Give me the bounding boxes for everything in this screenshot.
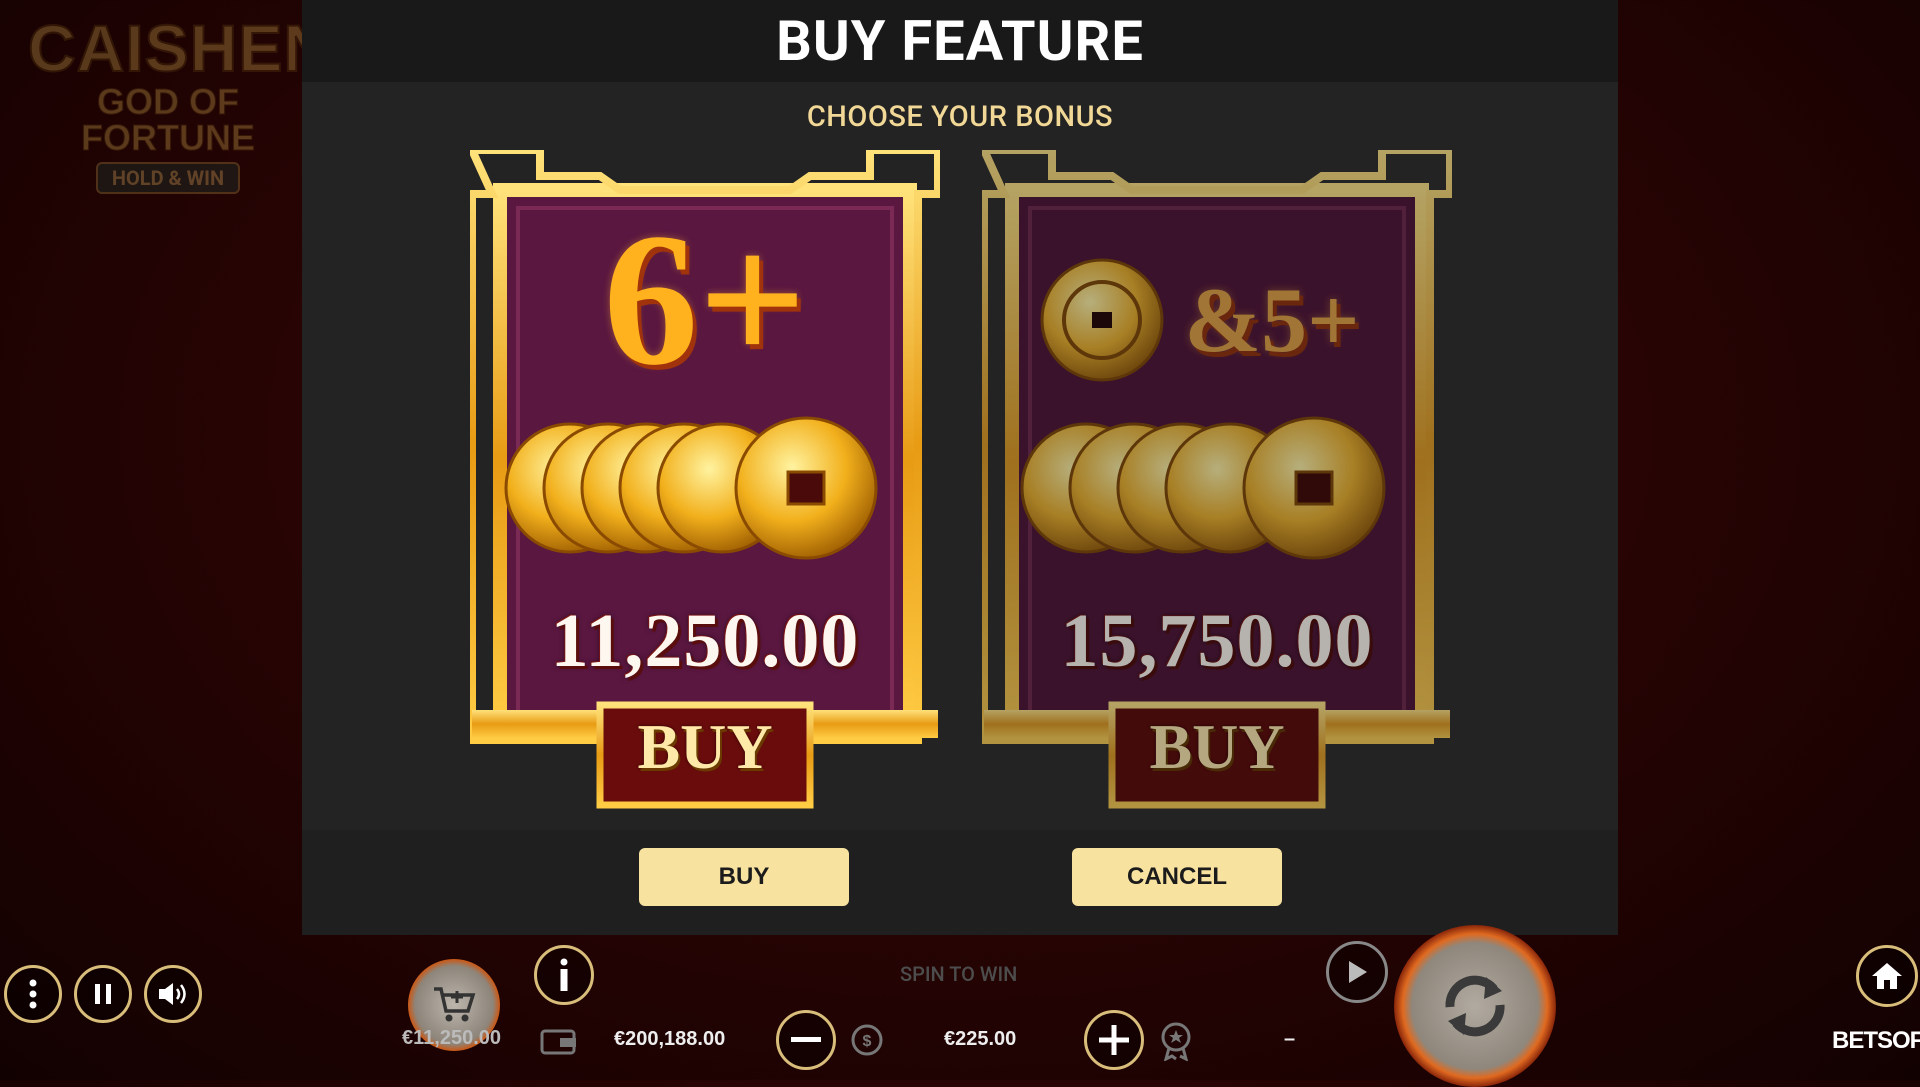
bottom-bar: €11,250.00 SPIN TO WIN €200,188.00 $ €22…	[0, 925, 1920, 1087]
home-button[interactable]	[1856, 945, 1918, 1007]
bonus-option-special-5-plus[interactable]: &5+ 15,750.00 BUY	[982, 150, 1452, 810]
modal-title: BUY FEATURE	[776, 8, 1144, 74]
logo-badge: HOLD & WIN	[95, 162, 241, 194]
cart-icon	[434, 987, 476, 1022]
buy-button[interactable]: BUY	[639, 848, 849, 906]
logo-title: CAISHEN	[27, 11, 333, 85]
info-button[interactable]	[534, 945, 594, 1005]
modal-header: BUY FEATURE	[302, 0, 1618, 82]
menu-button[interactable]	[4, 965, 62, 1023]
buy-feature-price: €11,250.00	[402, 1027, 501, 1049]
minus-icon	[791, 1037, 821, 1042]
option-head-label: &5+	[1184, 269, 1360, 371]
autoplay-button[interactable]	[1326, 941, 1388, 1003]
option-buy-button[interactable]: BUY	[470, 710, 940, 784]
modal-footer	[302, 830, 1618, 935]
svg-text:$: $	[863, 1033, 872, 1050]
decrease-bet-button[interactable]	[776, 1010, 836, 1070]
plus-icon	[1099, 1025, 1129, 1055]
win-badge-icon	[1161, 1022, 1191, 1061]
sound-button[interactable]	[144, 965, 202, 1023]
bet-value: €225.00	[944, 1028, 1017, 1050]
increase-bet-button[interactable]	[1084, 1010, 1144, 1070]
cancel-button[interactable]: CANCEL	[1072, 848, 1282, 906]
pause-icon	[95, 984, 111, 1004]
autoplay-icon	[1349, 961, 1367, 983]
pause-button[interactable]	[74, 965, 132, 1023]
speaker-icon	[159, 983, 186, 1005]
menu-dots-icon	[29, 979, 37, 1009]
home-icon	[1872, 963, 1902, 989]
coin-stack-icon: $	[851, 1024, 883, 1056]
game-logo: CAISHEN GOD OF FORTUNE HOLD & WIN	[27, 11, 333, 194]
spin-status-text: SPIN TO WIN	[900, 962, 1018, 986]
option-price: 15,750.00	[1060, 599, 1374, 683]
modal-subtitle: CHOOSE YOUR BONUS	[806, 100, 1114, 134]
buy-feature-modal: BUY FEATURE CHOOSE YOUR BONUS 6+ 11,250.…	[302, 0, 1618, 935]
balance-value: €200,188.00	[614, 1028, 726, 1050]
wallet-icon	[540, 1029, 576, 1055]
brand-logo: BETSOFT	[1832, 1027, 1920, 1054]
spin-button[interactable]	[1394, 925, 1556, 1087]
option-buy-button[interactable]: BUY	[982, 710, 1452, 784]
bonus-option-6-plus[interactable]: 6+ 11,250.00 BUY	[470, 150, 940, 810]
info-icon	[560, 958, 568, 991]
option-price: 11,250.00	[550, 599, 860, 683]
win-value: –	[1284, 1028, 1296, 1050]
option-head-label: 6+	[603, 195, 807, 405]
logo-subtitle: GOD OF FORTUNE	[81, 81, 256, 158]
spin-icon	[1445, 975, 1505, 1037]
